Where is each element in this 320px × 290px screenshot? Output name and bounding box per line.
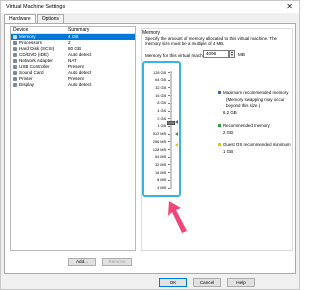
max-legend-value: 6.2 GB (223, 110, 237, 116)
scale-label: 2 GB (157, 116, 166, 121)
settings-window: Virtual Machine Settings ✕ Hardware Opti… (0, 0, 300, 290)
cancel-button[interactable]: Cancel (193, 278, 221, 287)
scale-tick (168, 102, 170, 104)
printer-icon (13, 77, 17, 81)
device-name: Display (19, 82, 35, 87)
close-icon[interactable]: ✕ (286, 2, 293, 12)
device-list: Device Summary Memory 4 GB Processors 2 … (10, 26, 136, 251)
scale-tick (168, 95, 170, 97)
minimum-legend-value: 1 GB (223, 149, 234, 155)
scale-tick (168, 179, 170, 181)
ok-button[interactable]: OK (159, 278, 187, 287)
memory-spinner[interactable]: ▲ ▼ (229, 50, 235, 58)
max-legend-note: (Memory swapping may occur beyond this s… (226, 97, 285, 108)
network-adapter-icon (13, 59, 17, 63)
scale-tick (168, 149, 170, 150)
help-button[interactable]: Help (227, 278, 255, 287)
recommended-marker-icon (175, 132, 178, 136)
scale-tick (168, 187, 170, 189)
hard-disk-icon (13, 47, 17, 51)
max-recommended-marker-icon (175, 120, 178, 124)
scale-tick (168, 79, 170, 81)
scale-label: 256 MB (152, 139, 166, 144)
scale-tick (168, 172, 170, 174)
scale-label: 128 MB (152, 147, 166, 152)
sound-card-icon (13, 71, 17, 75)
memory-slider-box: 128 GB 64 GB 32 GB 16 GB 8 GB 4 GB 2 GB 1 GB 512… (142, 61, 181, 197)
remove-device-button[interactable]: Remove (102, 258, 132, 266)
scale-label: 16 MB (155, 170, 166, 175)
device-summary: Auto detect (68, 82, 92, 87)
scale-tick (168, 118, 170, 120)
scale-label: 16 GB (155, 93, 166, 98)
scale-tick (168, 72, 170, 73)
hardware-panel: Device Summary Memory 4 GB Processors 2 … (4, 23, 296, 274)
scale-label: 8 GB (157, 101, 166, 106)
scale-tick (168, 156, 170, 158)
device-column-header: Device (13, 27, 29, 33)
display-icon (13, 83, 17, 87)
scale-label: 4 GB (157, 109, 166, 113)
scale-tick (168, 125, 170, 127)
recommended-legend-title: Recommended memory (223, 123, 270, 128)
memory-slider-thumb[interactable] (167, 121, 175, 125)
summary-column-header: Summary (68, 27, 90, 33)
recommended-legend-swatch (218, 124, 221, 127)
minimum-legend-swatch (218, 143, 221, 146)
memory-icon (13, 35, 17, 39)
scale-tick (168, 133, 170, 135)
minimum-marker-icon (175, 143, 178, 147)
memory-unit-label: MB (238, 52, 245, 57)
device-row-display[interactable]: Display Auto detect (11, 82, 135, 88)
cd-dvd-icon (13, 53, 17, 57)
legend-max: Maximum recommended memory (Memory swapp… (218, 90, 298, 116)
legend-recommended: Recommended memory 2 GB (218, 123, 298, 136)
scale-label: 64 MB (155, 155, 166, 160)
scale-label: 64 GB (155, 78, 166, 83)
max-legend-swatch (218, 91, 221, 94)
window-title: Virtual Machine Settings (6, 4, 66, 10)
processor-icon (13, 41, 17, 45)
device-list-header: Device Summary (11, 27, 135, 34)
scale-tick (168, 141, 170, 143)
scale-tick (168, 110, 170, 112)
add-device-button[interactable]: Add... (68, 258, 96, 266)
annotation-arrow-icon (168, 201, 187, 233)
scale-label: 8 MB (157, 178, 166, 183)
scale-tick (168, 164, 170, 166)
scale-label: 4 MB (157, 186, 166, 190)
memory-value-input[interactable]: 4096 (203, 50, 229, 58)
scale-label: 32 MB (155, 162, 166, 167)
scale-label: 1 GB (157, 124, 166, 129)
usb-controller-icon (13, 65, 17, 69)
tab-strip: Hardware Options (4, 14, 65, 24)
tab-options[interactable]: Options (36, 14, 64, 23)
memory-field-label: Memory for this virtual machine: (145, 53, 211, 58)
memory-slider-track[interactable] (170, 71, 172, 189)
title-bar: Virtual Machine Settings ✕ (1, 1, 299, 13)
memory-description: Specify the amount of memory allocated t… (145, 36, 277, 47)
scale-label: 128 GB (153, 70, 166, 75)
max-legend-title: Maximum recommended memory (223, 90, 289, 95)
legend-minimum: Guest OS recommended minimum 1 GB (218, 142, 298, 155)
minimum-legend-title: Guest OS recommended minimum (223, 142, 291, 147)
scale-tick (168, 87, 170, 89)
scale-label: 32 GB (155, 85, 166, 90)
scale-label: 512 MB (152, 132, 166, 137)
recommended-legend-value: 2 GB (223, 130, 234, 136)
